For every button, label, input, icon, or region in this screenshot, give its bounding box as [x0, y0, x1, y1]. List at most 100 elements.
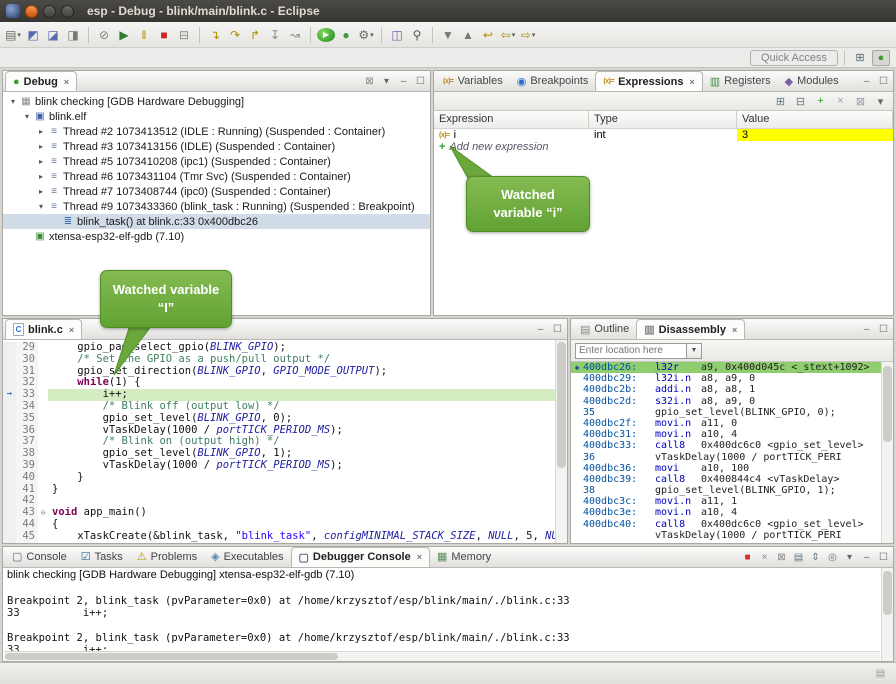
tab-blink-c[interactable]: Cblink.c× — [5, 319, 82, 339]
suspend-icon[interactable]: ‖ — [135, 26, 153, 44]
disassembly-row[interactable]: ◆400dbc26:l32ra9, 0x400d045c <_stext+109… — [571, 362, 893, 373]
column-header-type[interactable]: Type — [589, 111, 737, 128]
maximize-icon[interactable]: ☐ — [876, 550, 891, 565]
disassembly-row[interactable]: 400dbc40:call80x400dc6c0 <gpio_set_level… — [571, 519, 893, 530]
disconnect-icon[interactable]: ⊟ — [175, 26, 193, 44]
tab-console[interactable]: ▢Console — [5, 547, 74, 567]
new-project-icon[interactable]: ◫ — [388, 26, 406, 44]
column-header-value[interactable]: Value — [737, 111, 893, 128]
expression-value-cell[interactable]: 3 — [737, 129, 893, 141]
tab-tasks[interactable]: ☑Tasks — [74, 547, 130, 567]
scrollbar-thumb[interactable] — [5, 653, 338, 660]
disassembly-row[interactable]: 400dbc33:call80x400dc6c0 <gpio_set_level… — [571, 440, 893, 451]
scrollbar-thumb[interactable] — [883, 571, 892, 616]
quick-access-button[interactable]: Quick Access — [750, 50, 838, 66]
chevron-right-icon[interactable]: ▸ — [35, 142, 47, 151]
disassembly-row[interactable]: 400dbc2b:addi.na8, a8, 1 — [571, 384, 893, 395]
tab-memory[interactable]: ▦Memory — [430, 547, 498, 567]
back-icon[interactable]: ⇦▾ — [499, 26, 517, 44]
disassembly-row[interactable]: 400dbc29:l32i.na8, a9, 0 — [571, 373, 893, 384]
minimize-icon[interactable]: – — [859, 550, 874, 565]
tree-item[interactable]: ▸≡Thread #3 1073413156 (IDLE) (Suspended… — [3, 139, 430, 154]
close-tab-icon[interactable]: × — [689, 77, 694, 87]
external-tools-icon[interactable]: ⚙▾ — [357, 26, 375, 44]
close-button[interactable] — [25, 5, 38, 18]
console-vertical-scrollbar[interactable] — [881, 568, 893, 661]
chevron-right-icon[interactable]: ▸ — [35, 127, 47, 136]
collapse-all-icon[interactable]: ⊟ — [792, 93, 809, 109]
tree-item[interactable]: ▾≡Thread #9 1073433360 (blink_task : Run… — [3, 199, 430, 214]
disassembly-row[interactable]: 35gpio_set_level(BLINK_GPIO, 0); — [571, 407, 893, 418]
scroll-lock-icon[interactable]: ⇕ — [808, 550, 823, 565]
disassembly-row[interactable]: 38gpio_set_level(BLINK_GPIO, 1); — [571, 485, 893, 496]
tab-expressions[interactable]: (x)=Expressions× — [595, 71, 702, 91]
resume-icon[interactable]: ▶ — [115, 26, 133, 44]
tab-registers[interactable]: ▥Registers — [703, 71, 778, 91]
tab-breakpoints[interactable]: ◉Breakpoints — [510, 71, 596, 91]
close-tab-icon[interactable]: × — [69, 325, 74, 335]
new-wizard-icon[interactable]: ▤▾ — [4, 26, 22, 44]
view-menu-icon[interactable]: ▾ — [379, 74, 394, 89]
tab-problems[interactable]: ⚠Problems — [130, 547, 204, 567]
disassembly-row[interactable]: 400dbc3e:movi.na10, 4 — [571, 507, 893, 518]
editor-vertical-scrollbar[interactable] — [555, 340, 567, 543]
chevron-right-icon[interactable]: ▸ — [35, 172, 47, 181]
maximize-icon[interactable]: ☐ — [550, 322, 565, 337]
instruction-stepping-icon[interactable]: ↝ — [286, 26, 304, 44]
tree-item[interactable]: ▸≡Thread #7 1073408744 (ipc0) (Suspended… — [3, 184, 430, 199]
tab-outline[interactable]: ▤Outline — [573, 319, 636, 339]
display-console-menu-icon[interactable]: ▾ — [842, 550, 857, 565]
remove-launch-icon[interactable]: × — [757, 550, 772, 565]
location-dropdown-icon[interactable]: ▼ — [687, 343, 702, 359]
tab-disassembly[interactable]: ▥Disassembly× — [636, 319, 745, 339]
disassembly-row[interactable]: 400dbc31:movi.na10, 4 — [571, 429, 893, 440]
column-header-expression[interactable]: Expression — [434, 111, 589, 128]
tree-item[interactable]: ▸≡Thread #6 1073431104 (Tmr Svc) (Suspen… — [3, 169, 430, 184]
disassembly-row[interactable]: 400dbc39:call80x400844c4 <vTaskDelay> — [571, 474, 893, 485]
debug-perspective-icon[interactable]: ● — [872, 50, 890, 66]
close-tab-icon[interactable]: × — [732, 325, 737, 335]
open-perspective-icon[interactable]: ⊞ — [851, 50, 869, 66]
remove-all-terminated-icon[interactable]: ⊠ — [362, 74, 377, 89]
save-all-icon[interactable]: ◪ — [44, 26, 62, 44]
step-into-icon[interactable]: ↴ — [206, 26, 224, 44]
disassembly-row[interactable]: 400dbc2d:s32i.na8, a9, 0 — [571, 396, 893, 407]
remove-all-launches-icon[interactable]: ⊠ — [774, 550, 789, 565]
disassembly-row[interactable]: 400dbc2f:movi.na11, 0 — [571, 418, 893, 429]
tree-item[interactable]: ▣xtensa-esp32-elf-gdb (7.10) — [3, 229, 430, 244]
location-input[interactable] — [575, 343, 687, 359]
code-editor-content[interactable]: 29 gpio_pad_select_gpio(BLINK_GPIO);30 /… — [3, 340, 567, 543]
tab-debugger-console[interactable]: ▢Debugger Console× — [291, 547, 430, 567]
tab-modules[interactable]: ◆Modules — [778, 71, 846, 91]
previous-annotation-icon[interactable]: ▲ — [459, 26, 477, 44]
expression-row[interactable]: (x)= i int 3 — [434, 129, 893, 141]
fold-collapse-icon[interactable]: ⊖ — [38, 507, 48, 519]
chevron-down-icon[interactable]: ▾ — [21, 112, 33, 121]
skip-all-breakpoints-icon[interactable]: ⊘ — [95, 26, 113, 44]
chevron-right-icon[interactable]: ▸ — [35, 187, 47, 196]
add-expression-row[interactable]: + Add new expression — [434, 141, 893, 153]
remove-all-expressions-icon[interactable]: ⊠ — [852, 93, 869, 109]
terminate-icon[interactable]: ■ — [740, 550, 755, 565]
tab-executables[interactable]: ◈Executables — [204, 547, 290, 567]
disassembly-content[interactable]: ◆400dbc26:l32ra9, 0x400d045c <_stext+109… — [571, 362, 893, 543]
terminate-icon[interactable]: ■ — [155, 26, 173, 44]
disassembly-vertical-scrollbar[interactable] — [881, 362, 893, 543]
maximize-icon[interactable]: ☐ — [876, 74, 891, 89]
next-annotation-icon[interactable]: ▼ — [439, 26, 457, 44]
titlebar[interactable]: esp - Debug - blink/main/blink.c - Eclip… — [0, 0, 896, 22]
print-icon[interactable]: ◨ — [64, 26, 82, 44]
chevron-down-icon[interactable]: ▾ — [7, 97, 19, 106]
chevron-right-icon[interactable]: ▸ — [35, 157, 47, 166]
pin-console-icon[interactable]: ◎ — [825, 550, 840, 565]
close-tab-icon[interactable]: × — [417, 552, 422, 562]
minimize-icon[interactable]: – — [859, 74, 874, 89]
add-expression-icon[interactable]: + — [812, 93, 829, 109]
console-output[interactable]: Breakpoint 2, blink_task (pvParameter=0x… — [3, 583, 893, 661]
step-return-icon[interactable]: ↱ — [246, 26, 264, 44]
status-area-icon[interactable]: ▤ — [873, 666, 888, 681]
save-icon[interactable]: ◩ — [24, 26, 42, 44]
drop-to-frame-icon[interactable]: ↧ — [266, 26, 284, 44]
scrollbar-thumb[interactable] — [883, 366, 892, 442]
search-icon[interactable]: ⚲ — [408, 26, 426, 44]
